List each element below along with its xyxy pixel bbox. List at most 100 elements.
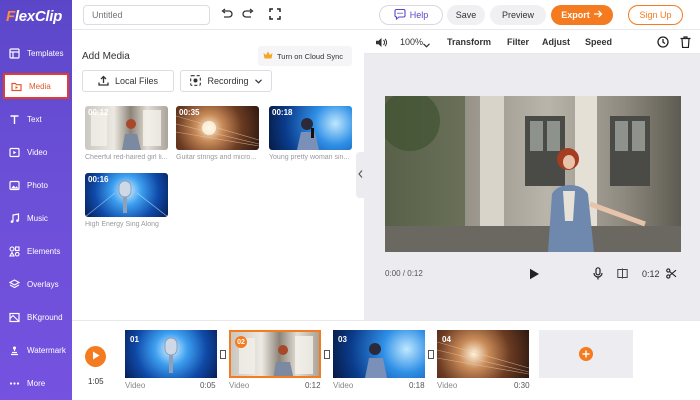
media-duration: 00:18	[272, 108, 293, 117]
video-icon	[8, 146, 20, 158]
sidebar-item-more[interactable]: More	[3, 370, 69, 396]
sidebar-item-label: Elements	[27, 246, 61, 256]
clip-duration: 0:12	[305, 381, 321, 390]
timeline: 1:05 01 Video 0:05 02 Video 0:12 03 Vide…	[72, 320, 700, 400]
clip-duration: 0:30	[514, 381, 530, 390]
timeline-clip[interactable]: 04	[437, 330, 529, 378]
scissors-icon[interactable]	[666, 268, 677, 281]
sidebar-item-music[interactable]: Music	[3, 205, 69, 231]
sidebar-item-photo[interactable]: Photo	[3, 172, 69, 198]
play-icon[interactable]	[529, 268, 540, 282]
sidebar-item-elements[interactable]: Elements	[3, 238, 69, 264]
templates-icon	[8, 47, 20, 59]
export-button[interactable]: Export	[551, 5, 613, 25]
preview-button[interactable]: Preview	[490, 5, 546, 25]
fullscreen-icon[interactable]	[269, 8, 281, 22]
sidebar-item-watermark[interactable]: Watermark	[3, 337, 69, 363]
save-button[interactable]: Save	[447, 5, 485, 25]
timeline-clip[interactable]: 03	[333, 330, 425, 378]
sidebar-item-templates[interactable]: Templates	[3, 40, 69, 66]
sidebar-item-label: Photo	[27, 180, 48, 190]
sidebar-item-label: Overlays	[27, 279, 59, 289]
background-icon	[8, 311, 20, 323]
sidebar-item-label: Watermark	[27, 345, 66, 355]
upload-icon	[98, 75, 109, 88]
timeline-clip[interactable]: 01	[125, 330, 217, 378]
media-thumbnail[interactable]: 00:12	[85, 106, 168, 150]
filter-button[interactable]: Filter	[507, 37, 529, 47]
sidebar-item-video[interactable]: Video	[3, 139, 69, 165]
undo-icon[interactable]	[220, 8, 233, 22]
music-icon	[8, 212, 20, 224]
panel-collapse-handle[interactable]	[356, 152, 364, 198]
local-files-button[interactable]: Local Files	[82, 70, 174, 92]
recording-label: Recording	[207, 76, 249, 86]
flexclip-logo[interactable]: FlexClip	[6, 8, 62, 25]
chevron-down-icon	[254, 76, 262, 86]
media-thumbnail[interactable]: 00:16	[85, 173, 168, 217]
sidebar-item-overlays[interactable]: Overlays	[3, 271, 69, 297]
adjust-button[interactable]: Adjust	[542, 37, 570, 47]
chevron-left-icon	[357, 170, 363, 180]
clip-number: 02	[235, 336, 247, 348]
sidebar-item-text[interactable]: Text	[3, 106, 69, 132]
signup-button[interactable]: Sign Up	[628, 5, 683, 25]
volume-icon[interactable]	[375, 37, 387, 50]
media-duration: 00:12	[88, 108, 109, 117]
media-caption: Cheerful red-haired girl li...	[85, 154, 168, 161]
clip-type: Video	[437, 381, 458, 390]
media-thumbnail[interactable]: 00:35	[176, 106, 259, 150]
clip-transition-handle[interactable]	[428, 350, 434, 359]
photo-icon	[8, 179, 20, 191]
clip-number: 03	[338, 335, 347, 344]
clip-transition-handle[interactable]	[220, 350, 226, 359]
edit-toolbar: 100% Transform Filter Adjust Speed	[364, 30, 700, 54]
cloud-sync-button[interactable]: Turn on Cloud Sync	[258, 46, 352, 66]
microphone-icon[interactable]	[593, 267, 603, 282]
project-title-input[interactable]	[83, 5, 210, 25]
add-clip-button[interactable]	[539, 330, 633, 378]
media-thumbnail[interactable]: 00:18	[269, 106, 352, 150]
clip-type: Video	[333, 381, 354, 390]
chat-icon	[394, 8, 406, 22]
media-caption: High Energy Sing Along	[85, 221, 159, 228]
sidebar-item-label: Music	[27, 213, 48, 223]
crown-icon	[263, 51, 273, 61]
watermark-icon	[8, 344, 20, 356]
timeline-clip-selected[interactable]: 02	[229, 330, 321, 378]
zoom-level[interactable]: 100%	[400, 37, 423, 47]
media-caption: Young pretty woman sin...	[269, 154, 350, 161]
transform-button[interactable]: Transform	[447, 37, 491, 47]
clip-type: Video	[229, 381, 250, 390]
redo-icon[interactable]	[242, 8, 255, 22]
timeline-play-button[interactable]	[85, 346, 106, 367]
clip-transition-handle[interactable]	[324, 350, 330, 359]
clip-number: 04	[442, 335, 451, 344]
sidebar-item-label: Media	[29, 81, 51, 91]
play-icon	[92, 351, 100, 362]
sidebar-item-label: Templates	[27, 48, 64, 58]
record-icon	[190, 74, 202, 88]
clip-duration: 0:12	[642, 269, 660, 279]
playback-time: 0:00 / 0:12	[385, 269, 423, 278]
split-screen-icon[interactable]	[617, 268, 628, 281]
export-label: Export	[561, 10, 590, 20]
clock-icon[interactable]	[657, 36, 669, 50]
sidebar-item-media[interactable]: Media	[3, 73, 69, 99]
timeline-total-time: 1:05	[88, 377, 104, 386]
trash-icon[interactable]	[680, 36, 691, 50]
clip-duration: 0:05	[200, 381, 216, 390]
media-duration: 00:35	[179, 108, 200, 117]
sidebar-item-bkground[interactable]: BKground	[3, 304, 69, 330]
video-frame[interactable]	[385, 96, 681, 252]
sidebar-item-label: More	[27, 378, 46, 388]
sidebar-item-label: Video	[27, 147, 48, 157]
recording-button[interactable]: Recording	[180, 70, 272, 92]
chevron-down-icon[interactable]	[423, 40, 430, 50]
clip-type: Video	[125, 381, 146, 390]
speed-button[interactable]: Speed	[585, 37, 612, 47]
help-button[interactable]: Help	[379, 5, 443, 25]
local-files-label: Local Files	[114, 76, 159, 86]
media-caption: Guitar strings and micro...	[176, 154, 257, 161]
more-icon	[8, 377, 20, 389]
